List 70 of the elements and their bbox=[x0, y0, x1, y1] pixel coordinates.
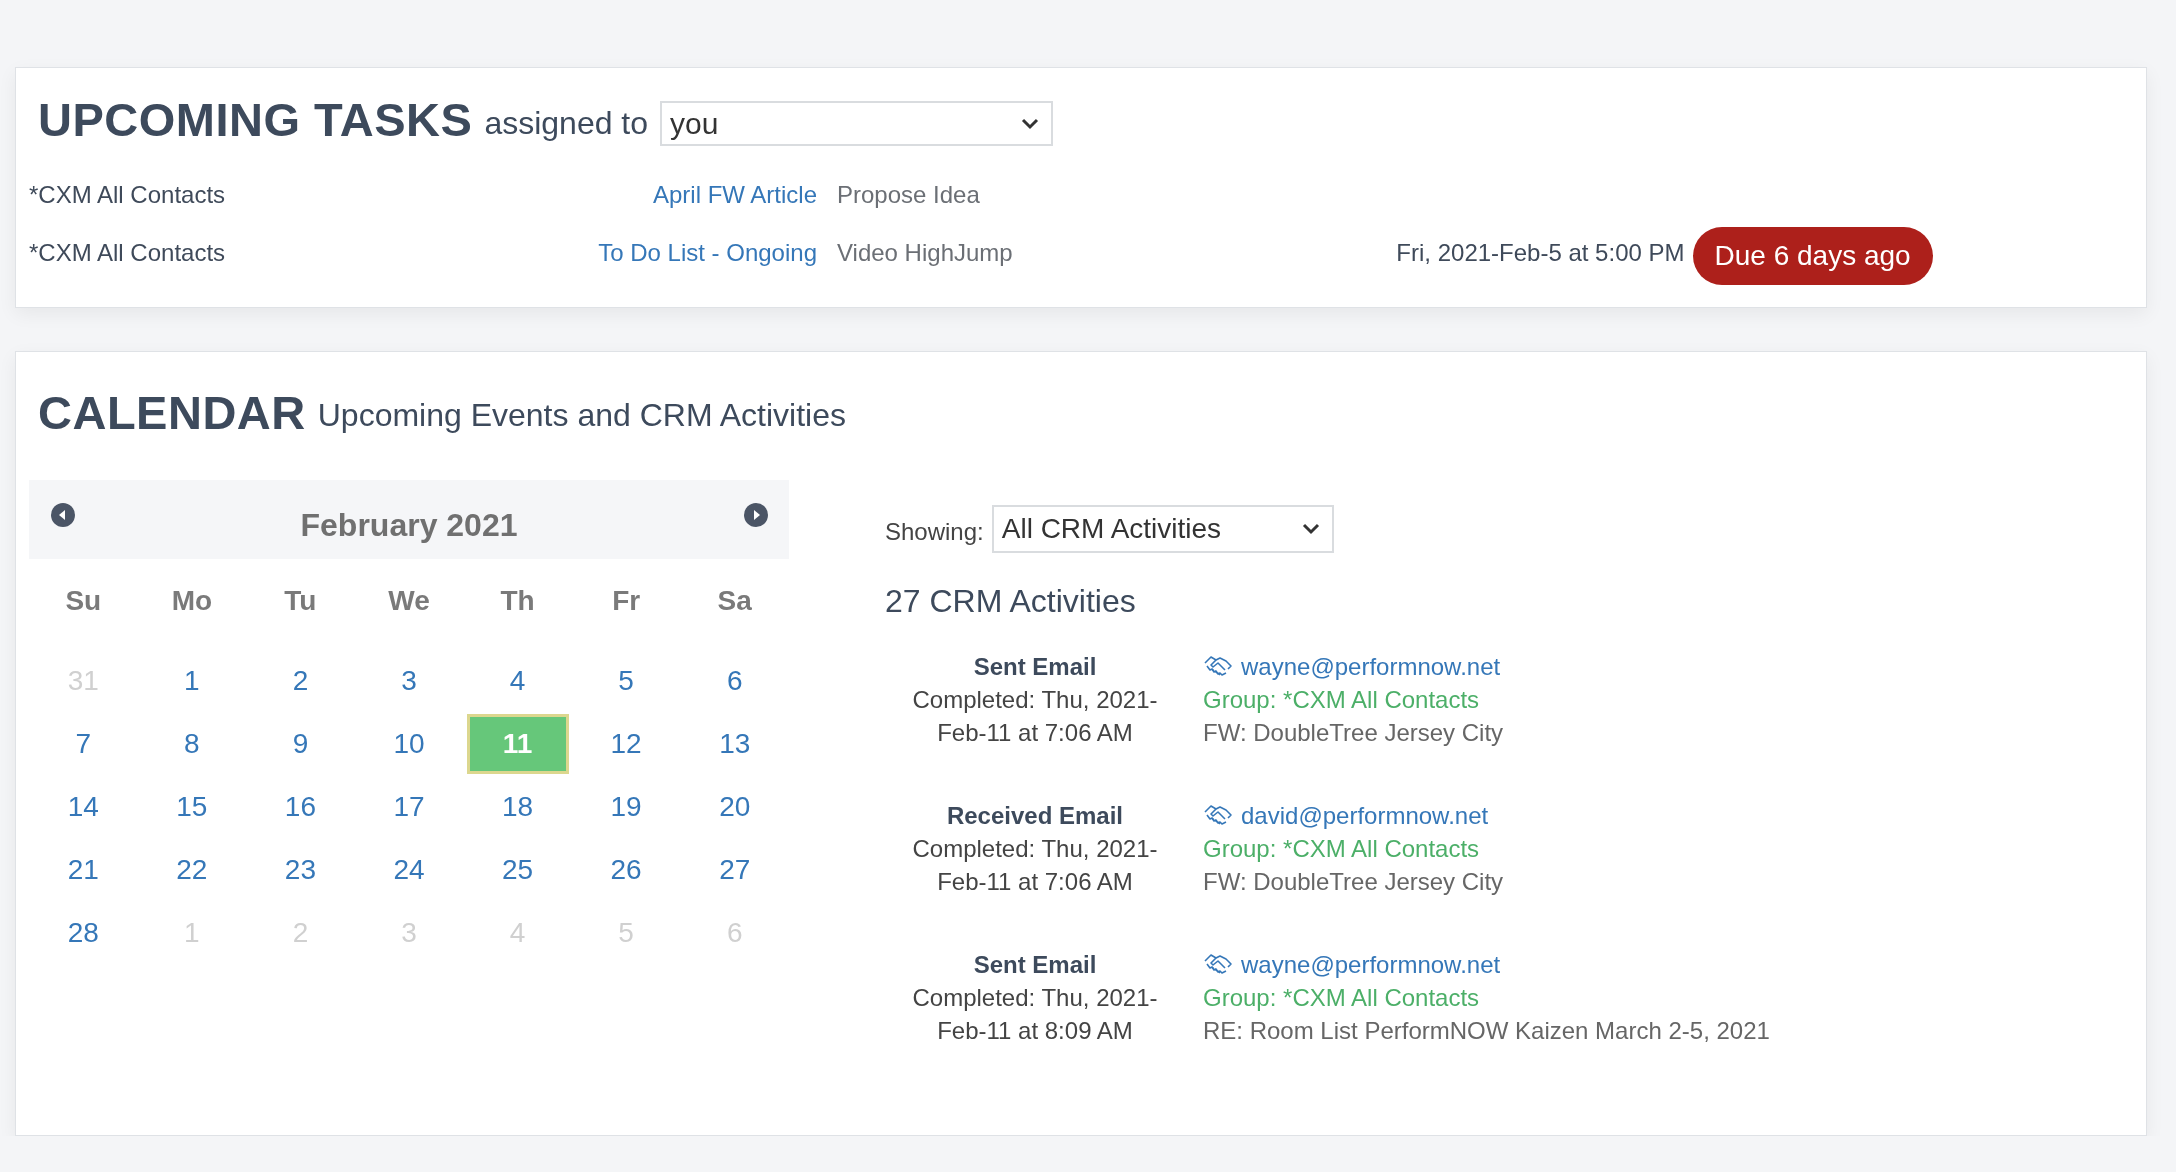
completed-date: Completed: Thu, 2021-Feb-11 at 8:09 AM bbox=[911, 983, 1159, 1046]
calendar-day[interactable]: 23 bbox=[280, 849, 321, 890]
calendar-day[interactable]: 20 bbox=[714, 786, 755, 827]
calendar-day[interactable]: 10 bbox=[389, 723, 429, 764]
activity-filter-select[interactable]: All CRM Activities bbox=[991, 505, 1334, 553]
email-subject: FW: DoubleTree Jersey City bbox=[1203, 718, 1504, 748]
group-label: Group: *CXM All Contacts bbox=[1203, 983, 1480, 1013]
calendar-day[interactable]: 9 bbox=[280, 723, 321, 764]
section-title: UPCOMING TASKS bbox=[38, 92, 473, 147]
calendar-day[interactable]: 8 bbox=[171, 723, 212, 764]
calendar-day[interactable]: 26 bbox=[606, 849, 647, 890]
month-title: February 2021 bbox=[300, 507, 518, 544]
weekday-label: Mo bbox=[170, 584, 214, 618]
completed-date: Completed: Thu, 2021-Feb-11 at 7:06 AM bbox=[911, 685, 1159, 748]
calendar-day[interactable]: 2 bbox=[280, 660, 321, 701]
calendar-day[interactable]: 13 bbox=[714, 723, 755, 764]
activity-type: Sent Email bbox=[973, 652, 1097, 682]
calendar-day[interactable]: 6 bbox=[714, 660, 755, 701]
email-link[interactable]: wayne@performnow.net bbox=[1241, 948, 1501, 981]
email-subject: RE: Room List PerformNOW Kaizen March 2-5, 2021 bbox=[1203, 1016, 1770, 1046]
due-date: Fri, 2021-Feb-5 at 5:00 PM bbox=[1395, 238, 1685, 268]
activity-type: Received Email bbox=[946, 801, 1124, 831]
calendar-day[interactable]: 4 bbox=[497, 660, 538, 701]
assignee-select[interactable]: you bbox=[660, 101, 1054, 146]
task-link[interactable]: To Do List - Ongoing bbox=[589, 227, 817, 279]
calendar-day[interactable]: 21 bbox=[63, 849, 104, 890]
calendar-day[interactable]: 3 bbox=[389, 660, 429, 701]
next-month-icon[interactable] bbox=[743, 502, 769, 528]
calendar-day[interactable]: 25 bbox=[497, 849, 538, 890]
group-name: *CXM All Contacts bbox=[29, 238, 227, 268]
calendar-day[interactable]: 12 bbox=[606, 723, 647, 764]
calendar-day[interactable]: 15 bbox=[171, 786, 212, 827]
group-label: Group: *CXM All Contacts bbox=[1203, 685, 1480, 715]
activity-count: 27 CRM Activities bbox=[885, 583, 1137, 620]
group-label: Group: *CXM All Contacts bbox=[1203, 834, 1480, 864]
calendar-day[interactable]: 27 bbox=[714, 849, 755, 890]
calendar-day[interactable]: 5 bbox=[606, 660, 647, 701]
email-link[interactable]: david@performnow.net bbox=[1241, 799, 1489, 832]
task-link[interactable]: April FW Article bbox=[589, 169, 817, 221]
weekday-label: We bbox=[387, 584, 431, 618]
calendar-day[interactable]: 7 bbox=[63, 723, 104, 764]
weekday-label: Th bbox=[499, 584, 536, 618]
email-link[interactable]: wayne@performnow.net bbox=[1241, 650, 1501, 683]
task-description: Video HighJump bbox=[837, 238, 1014, 268]
weekday-label: Fr bbox=[611, 584, 642, 618]
email-subject: FW: DoubleTree Jersey City bbox=[1203, 867, 1504, 897]
calendar-day[interactable]: 16 bbox=[280, 786, 321, 827]
previous-month-icon[interactable] bbox=[50, 502, 76, 528]
calendar-day[interactable]: 18 bbox=[497, 786, 538, 827]
completed-date: Completed: Thu, 2021-Feb-11 at 7:06 AM bbox=[911, 834, 1159, 897]
calendar-day[interactable]: 28 bbox=[63, 912, 104, 953]
calendar-day[interactable]: 1 bbox=[171, 660, 212, 701]
calendar-day[interactable]: 14 bbox=[63, 786, 104, 827]
showing-label: Showing: bbox=[885, 518, 984, 546]
weekday-label: Tu bbox=[283, 584, 318, 618]
calendar-day[interactable]: 24 bbox=[389, 849, 429, 890]
calendar-day[interactable]: 19 bbox=[606, 786, 647, 827]
section-subtitle: Upcoming Events and CRM Activities bbox=[317, 397, 846, 434]
section-title: CALENDAR bbox=[38, 385, 306, 440]
overdue-badge: Due 6 days ago bbox=[1692, 227, 1933, 285]
calendar-day[interactable]: 17 bbox=[389, 786, 429, 827]
group-name: *CXM All Contacts bbox=[29, 180, 227, 210]
weekday-label: Sa bbox=[716, 584, 753, 618]
section-subtitle: assigned to bbox=[484, 105, 649, 142]
weekday-label: Su bbox=[64, 584, 103, 618]
calendar-day[interactable]: 22 bbox=[171, 849, 212, 890]
caret-icon bbox=[1021, 117, 1040, 130]
task-description: Propose Idea bbox=[837, 180, 981, 210]
activity-type: Sent Email bbox=[973, 950, 1097, 980]
caret-icon bbox=[1301, 523, 1320, 535]
